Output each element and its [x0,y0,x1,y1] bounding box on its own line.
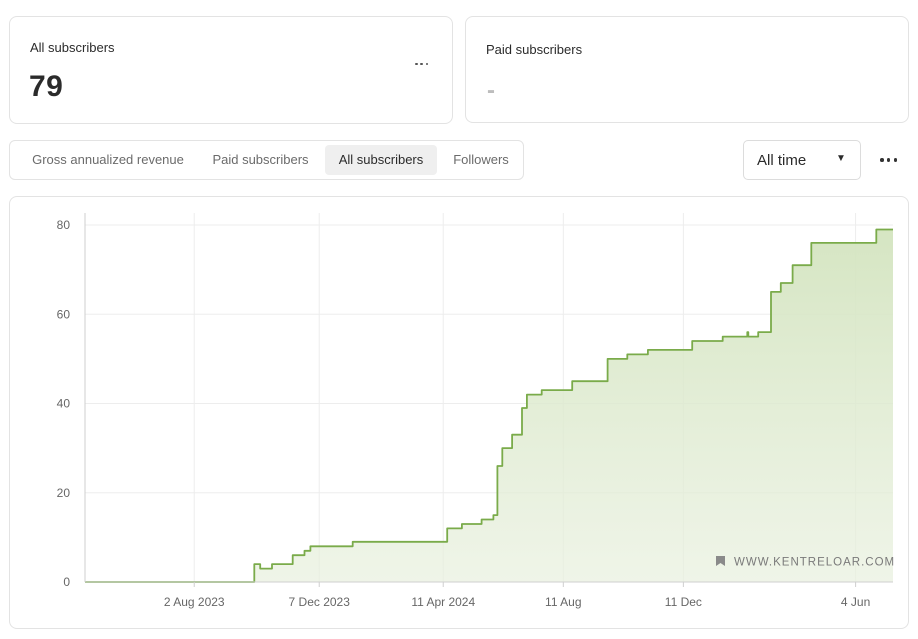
tab-followers[interactable]: Followers [443,145,519,175]
y-tick-label: 40 [57,397,71,411]
x-tick-label: 7 Dec 2023 [289,595,351,609]
paid-subscribers-title: Paid subscribers [486,42,583,57]
y-tick-label: 20 [57,486,71,500]
y-tick-label: 80 [57,218,71,232]
metric-tabs: Gross annualized revenue Paid subscriber… [9,140,524,180]
card-more-options-icon[interactable] [415,57,428,71]
time-range-value: All time [757,152,807,169]
subscribers-area [85,229,893,582]
y-tick-label: 0 [63,575,70,589]
all-subscribers-title: All subscribers [30,40,115,55]
chart-more-options-icon[interactable] [880,153,897,167]
x-tick-label: 11 Aug [545,595,581,609]
subscribers-chart: 0 20 40 60 80 2 Aug 2023 7 Dec 2023 11 Apr 2024… [57,213,895,609]
x-tick-label: 4 Jun [841,595,870,609]
y-tick-label: 60 [57,307,71,321]
caret-down-icon: ▼ [836,153,846,164]
tab-paid-subscribers[interactable]: Paid subscribers [202,145,319,175]
x-tick-label: 11 Apr 2024 [411,595,475,609]
time-range-select[interactable]: All time ▼ [743,140,861,180]
all-subscribers-value: 79 [29,70,64,103]
paid-subscribers-value: - [487,77,495,104]
watermark: WWW.KENTRELOAR.COM [716,556,895,569]
all-subscribers-card: All subscribers 79 [9,16,453,124]
x-tick-label: 11 Dec [665,595,702,609]
tab-all-subscribers[interactable]: All subscribers [325,145,437,175]
watermark-text: WWW.KENTRELOAR.COM [734,557,895,569]
x-tick-label: 2 Aug 2023 [164,595,225,609]
paid-subscribers-card: Paid subscribers - [465,16,909,123]
chart-panel: 0 20 40 60 80 2 Aug 2023 7 Dec 2023 11 Apr 2024… [9,196,909,629]
tab-gross-annualized-revenue[interactable]: Gross annualized revenue [14,145,202,175]
